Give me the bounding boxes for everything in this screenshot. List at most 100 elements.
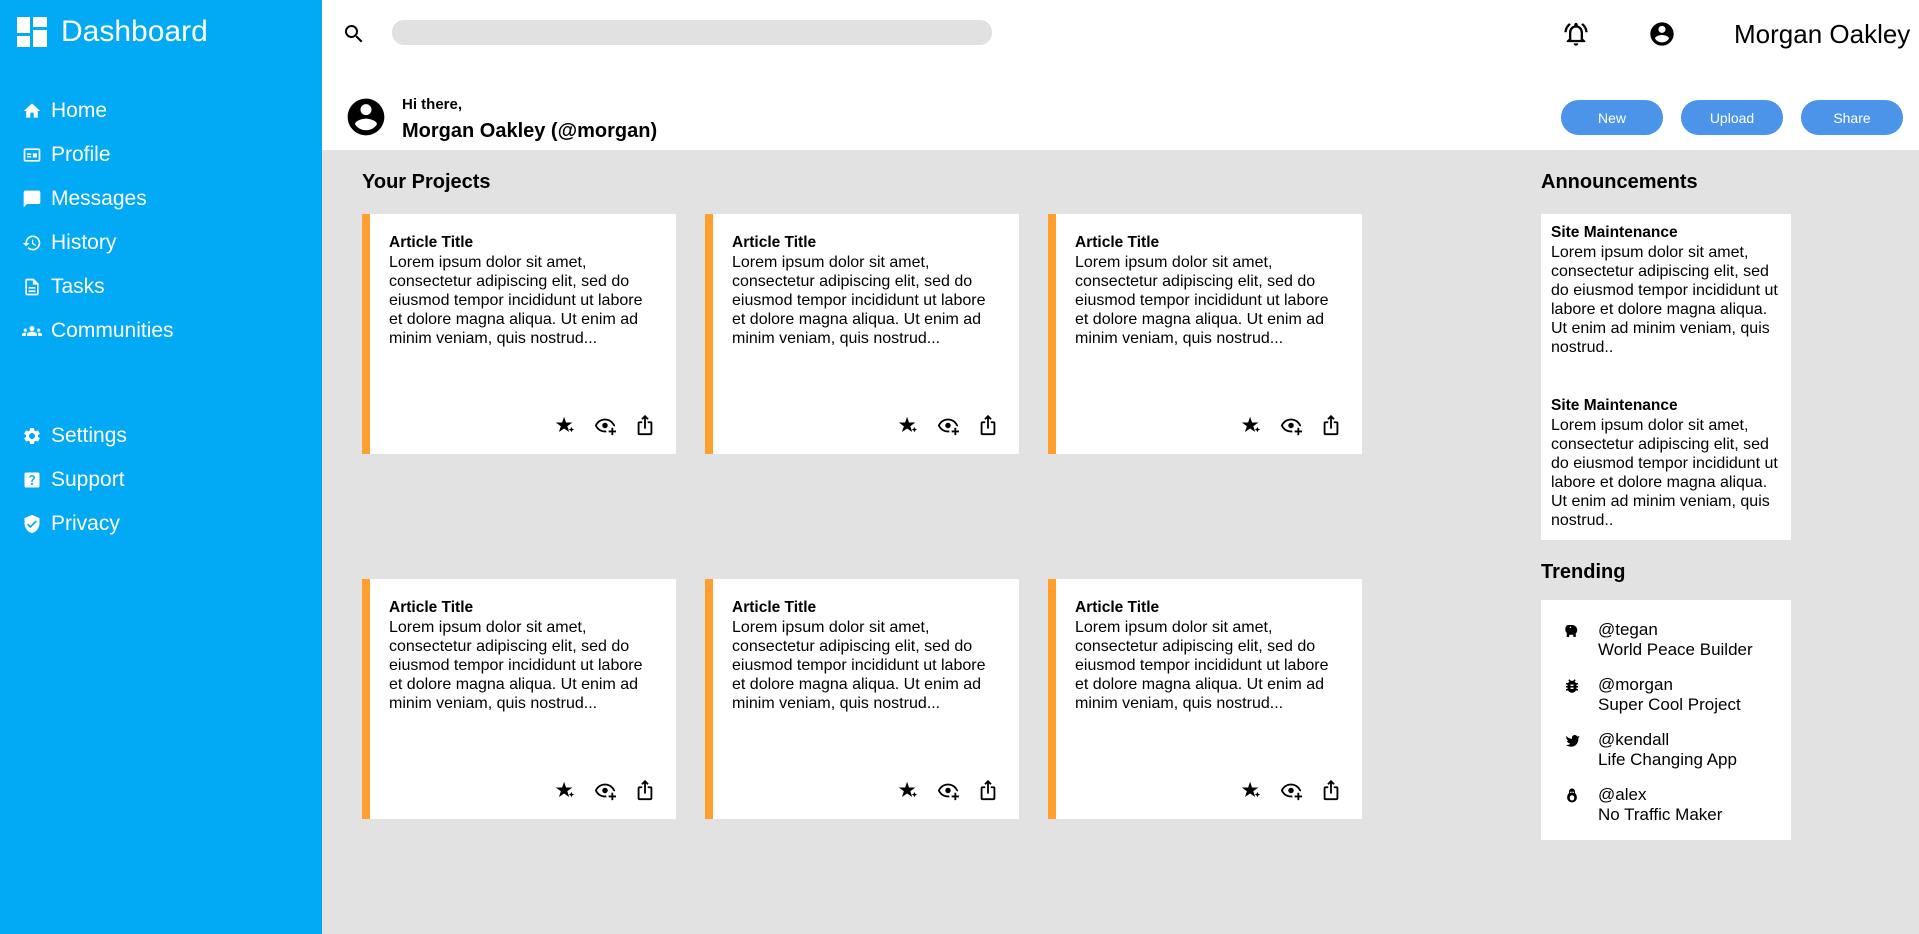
card-body: Lorem ipsum dolor sit amet, consectetur … bbox=[1075, 619, 1329, 712]
shield-icon bbox=[22, 514, 42, 534]
message-icon bbox=[22, 189, 42, 209]
sidebar-item-support[interactable]: Support bbox=[22, 458, 127, 502]
project-card[interactable]: Article Title Lorem ipsum dolor sit amet,… bbox=[362, 214, 676, 454]
top-header: Morgan Oakley Hi there, Morgan Oakley (@… bbox=[322, 0, 1919, 150]
help-icon bbox=[22, 470, 42, 490]
card-actions bbox=[554, 779, 656, 801]
share-icon[interactable] bbox=[1320, 414, 1342, 436]
card-title: Article Title bbox=[1075, 599, 1160, 616]
watch-add-icon[interactable] bbox=[1280, 414, 1302, 436]
announcement-title: Site Maintenance bbox=[1551, 224, 1678, 241]
card-actions bbox=[1240, 414, 1342, 436]
card-body: Lorem ipsum dolor sit amet, consectetur … bbox=[732, 619, 986, 712]
sidebar-item-tasks[interactable]: Tasks bbox=[22, 265, 174, 309]
card-body: Lorem ipsum dolor sit amet, consectetur … bbox=[389, 619, 643, 712]
upload-button[interactable]: Upload bbox=[1681, 100, 1783, 135]
trending-project: Super Cool Project bbox=[1598, 695, 1741, 714]
favorite-star-icon[interactable] bbox=[897, 414, 919, 436]
settings-nav: Settings Support Privacy bbox=[22, 414, 127, 546]
favorite-star-icon[interactable] bbox=[554, 779, 576, 801]
card-title: Article Title bbox=[732, 599, 817, 616]
history-icon bbox=[22, 233, 42, 253]
new-button[interactable]: New bbox=[1561, 100, 1663, 135]
trending-item[interactable]: @kendall Life Changing App bbox=[1563, 730, 1737, 770]
greeting: Hi there, bbox=[402, 96, 463, 113]
watch-add-icon[interactable] bbox=[1280, 779, 1302, 801]
share-icon[interactable] bbox=[1320, 779, 1342, 801]
profile-card-icon bbox=[22, 145, 42, 165]
share-icon[interactable] bbox=[634, 779, 656, 801]
user-handle: Morgan Oakley (@morgan) bbox=[402, 120, 658, 142]
card-actions bbox=[897, 779, 999, 801]
card-body: Lorem ipsum dolor sit amet, consectetur … bbox=[389, 254, 643, 347]
bell-alert-icon[interactable] bbox=[1562, 20, 1590, 48]
watch-add-icon[interactable] bbox=[937, 779, 959, 801]
project-card[interactable]: Article Title Lorem ipsum dolor sit amet,… bbox=[1048, 214, 1362, 454]
search-icon[interactable] bbox=[342, 22, 366, 46]
sidebar-item-label: Communities bbox=[51, 319, 174, 342]
card-body: Lorem ipsum dolor sit amet, consectetur … bbox=[1075, 254, 1329, 347]
watch-add-icon[interactable] bbox=[594, 414, 616, 436]
project-card[interactable]: Article Title Lorem ipsum dolor sit amet,… bbox=[705, 579, 1019, 819]
brand-title: Dashboard bbox=[61, 15, 208, 48]
trending-item[interactable]: @morgan Super Cool Project bbox=[1563, 675, 1741, 715]
share-icon[interactable] bbox=[977, 779, 999, 801]
trending-user: @morgan bbox=[1598, 675, 1673, 694]
penguin-icon bbox=[1567, 788, 1577, 803]
share-button[interactable]: Share bbox=[1801, 100, 1903, 135]
sidebar-item-label: Settings bbox=[51, 424, 127, 447]
announcements-panel: Site Maintenance Lorem ipsum dolor sit a… bbox=[1541, 214, 1791, 540]
announcement-body: Lorem ipsum dolor sit amet, consectetur … bbox=[1551, 244, 1778, 356]
project-card[interactable]: Article Title Lorem ipsum dolor sit amet,… bbox=[1048, 579, 1362, 819]
elephant-icon bbox=[1565, 625, 1578, 637]
sidebar-item-communities[interactable]: Communities bbox=[22, 309, 174, 353]
sidebar-item-label: Messages bbox=[51, 187, 147, 210]
tasks-icon bbox=[22, 277, 42, 297]
brand[interactable]: Dashboard bbox=[17, 14, 208, 50]
trending-title: Trending bbox=[1541, 561, 1626, 583]
card-title: Article Title bbox=[389, 234, 474, 251]
favorite-star-icon[interactable] bbox=[897, 779, 919, 801]
sidebar-item-profile[interactable]: Profile bbox=[22, 133, 174, 177]
projects-title: Your Projects bbox=[362, 171, 491, 193]
user-name[interactable]: Morgan Oakley bbox=[1734, 19, 1910, 49]
trending-panel: @tegan World Peace Builder @morgan Super… bbox=[1541, 600, 1791, 840]
project-card[interactable]: Article Title Lorem ipsum dolor sit amet,… bbox=[705, 214, 1019, 454]
account-icon[interactable] bbox=[1648, 20, 1676, 48]
sidebar-item-label: History bbox=[51, 231, 117, 254]
sidebar-item-label: Tasks bbox=[51, 275, 105, 298]
share-icon[interactable] bbox=[977, 414, 999, 436]
trending-user: @alex bbox=[1598, 785, 1647, 804]
share-icon[interactable] bbox=[634, 414, 656, 436]
trending-user: @tegan bbox=[1598, 620, 1658, 639]
sidebar-item-label: Home bbox=[51, 99, 108, 122]
trending-project: No Traffic Maker bbox=[1598, 805, 1723, 824]
sidebar-item-label: Profile bbox=[51, 143, 111, 166]
favorite-star-icon[interactable] bbox=[1240, 779, 1262, 801]
main-nav: Home Profile Messages History Tasks Comm… bbox=[22, 89, 174, 353]
sidebar-item-privacy[interactable]: Privacy bbox=[22, 502, 127, 546]
watch-add-icon[interactable] bbox=[937, 414, 959, 436]
sidebar-item-home[interactable]: Home bbox=[22, 89, 174, 133]
sidebar-item-messages[interactable]: Messages bbox=[22, 177, 174, 221]
sidebar-item-settings[interactable]: Settings bbox=[22, 414, 127, 458]
announcement-title: Site Maintenance bbox=[1551, 397, 1678, 414]
search-input[interactable] bbox=[392, 20, 992, 45]
trending-item[interactable]: @alex No Traffic Maker bbox=[1563, 785, 1722, 825]
card-title: Article Title bbox=[1075, 234, 1160, 251]
sidebar-item-history[interactable]: History bbox=[22, 221, 174, 265]
announcements-title: Announcements bbox=[1541, 171, 1698, 193]
trending-item[interactable]: @tegan World Peace Builder bbox=[1563, 620, 1753, 660]
trending-project: Life Changing App bbox=[1598, 750, 1737, 769]
bird-icon bbox=[1566, 735, 1580, 747]
trending-user: @kendall bbox=[1598, 730, 1670, 749]
sidebar-item-label: Privacy bbox=[51, 512, 120, 535]
favorite-star-icon[interactable] bbox=[1240, 414, 1262, 436]
watch-add-icon[interactable] bbox=[594, 779, 616, 801]
favorite-star-icon[interactable] bbox=[554, 414, 576, 436]
home-icon bbox=[22, 101, 42, 121]
card-actions bbox=[554, 414, 656, 436]
card-actions bbox=[897, 414, 999, 436]
dashboard-icon bbox=[17, 17, 47, 47]
project-card[interactable]: Article Title Lorem ipsum dolor sit amet,… bbox=[362, 579, 676, 819]
